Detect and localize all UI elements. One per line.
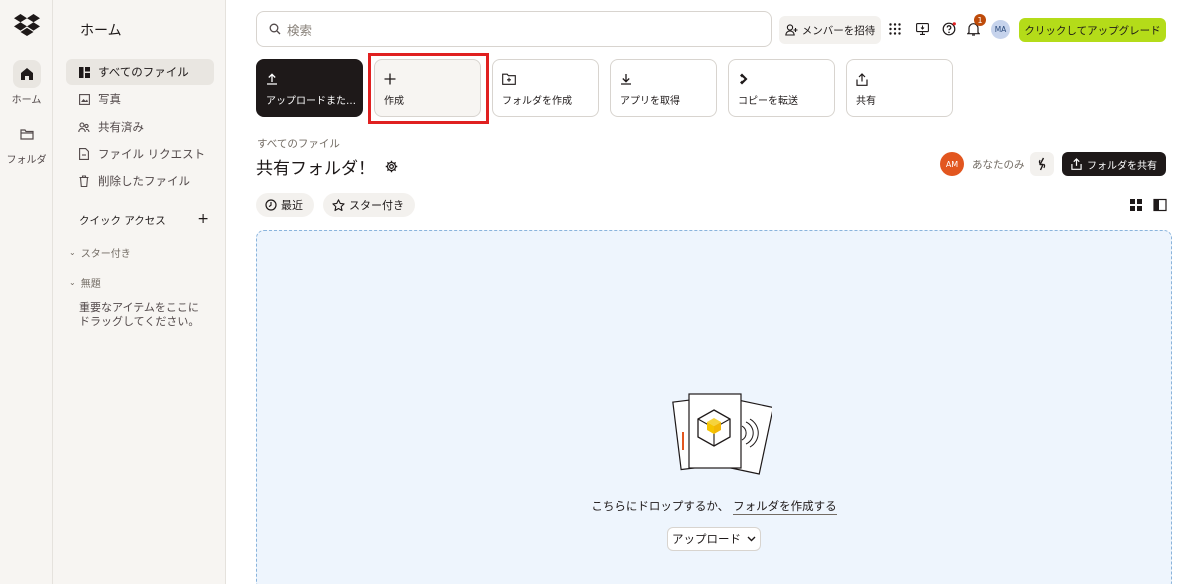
file-request-icon <box>78 148 90 160</box>
rail-item-folders[interactable]: フォルダ <box>0 120 53 166</box>
invite-label: メンバーを招待 <box>801 24 876 37</box>
upgrade-button[interactable]: クリックしてアップグレード <box>1019 18 1166 42</box>
sidebar-item-label: 共有済み <box>98 120 144 134</box>
quick-access-label: クイック アクセス <box>79 215 166 227</box>
sidebar-item-label: 削除したファイル <box>98 174 190 188</box>
sidebar-item-label: すべてのファイル <box>98 65 189 79</box>
sidebar-item-label: ファイル リクエスト <box>98 147 206 161</box>
upload-icon <box>267 73 277 85</box>
chevron-down-icon <box>747 536 756 542</box>
desktop-app-icon[interactable] <box>914 21 930 37</box>
upload-tile[interactable]: アップロードまたはドロップ <box>256 59 363 117</box>
sidebar-item-shared[interactable]: 共有済み <box>66 114 214 140</box>
create-folder-tile[interactable]: フォルダを作成 <box>492 59 599 117</box>
gear-icon[interactable] <box>385 160 398 173</box>
home-icon <box>20 68 33 80</box>
user-avatar[interactable]: MA <box>991 20 1010 39</box>
grid-view-icon[interactable] <box>1129 198 1143 212</box>
transfer-tile[interactable]: コピーを転送 <box>728 59 835 117</box>
tile-label: アップロードまたはドロップ <box>266 96 358 107</box>
dropbox-logo-icon[interactable] <box>14 14 40 36</box>
section-starred[interactable]: ⌄ スター付き <box>69 245 131 260</box>
add-user-icon <box>784 24 798 36</box>
page-title: 共有フォルダ！ <box>256 159 375 179</box>
nav-title: ホーム <box>80 23 122 39</box>
clock-icon <box>265 199 277 211</box>
share-folder-label: フォルダを共有 <box>1087 160 1157 172</box>
invite-members-button[interactable]: メンバーを招待 <box>779 16 881 44</box>
app-grid-icon[interactable] <box>887 21 903 37</box>
recent-filter-chip[interactable]: 最近 <box>256 193 314 217</box>
section-label: スター付き <box>80 249 131 260</box>
share-folder-button[interactable]: フォルダを共有 <box>1062 152 1166 176</box>
download-icon <box>621 74 631 85</box>
page-title-row: 共有フォルダ！ <box>256 154 398 179</box>
search-placeholder: 検索 <box>287 22 313 38</box>
chip-label: 最近 <box>281 199 303 212</box>
sidebar-item-deleted[interactable]: 削除したファイル <box>66 168 214 194</box>
owner-avatar[interactable]: AM <box>940 152 964 176</box>
get-app-tile[interactable]: アプリを取得 <box>610 59 717 117</box>
starred-filter-chip[interactable]: スター付き <box>323 193 415 217</box>
photo-icon <box>78 93 90 105</box>
new-folder-icon <box>502 73 516 85</box>
drop-zone-text: こちらにドロップするか、 フォルダを作成する <box>256 498 1172 515</box>
shared-icon <box>78 121 90 133</box>
side-panel-icon[interactable] <box>1153 198 1167 212</box>
chip-label: スター付き <box>349 199 404 212</box>
search-icon <box>269 23 281 35</box>
notification-badge: 1 <box>974 14 986 26</box>
folder-icon <box>19 129 34 140</box>
star-icon <box>332 198 345 211</box>
sidebar-item-photos[interactable]: 写真 <box>66 86 214 112</box>
chevron-down-icon: ⌄ <box>69 278 76 287</box>
drop-files-illustration-icon <box>672 393 772 475</box>
quick-access-header: クイック アクセス + <box>79 212 209 228</box>
search-input[interactable]: 検索 <box>256 11 772 47</box>
highlight-box <box>368 53 489 124</box>
upload-dropdown-button[interactable]: アップロード <box>667 527 761 551</box>
sidebar-item-label: 写真 <box>98 92 121 106</box>
tile-label: コピーを転送 <box>738 96 798 107</box>
sidebar-item-all-files[interactable]: すべてのファイル <box>66 59 214 85</box>
add-quick-access-plus-icon[interactable]: + <box>197 212 209 228</box>
trash-icon <box>78 175 90 187</box>
chevron-down-icon: ⌄ <box>69 248 76 257</box>
share-icon <box>856 72 868 86</box>
rail-folders-label: フォルダ <box>6 155 47 166</box>
create-folder-link[interactable]: フォルダを作成する <box>733 499 837 515</box>
section-untitled[interactable]: ⌄ 無題 <box>69 275 101 290</box>
copy-link-button[interactable] <box>1030 152 1054 176</box>
link-icon <box>1038 157 1046 171</box>
quick-access-hint: 重要なアイテムをここにドラッグしてください。 <box>79 301 200 329</box>
section-label: 無題 <box>80 279 101 290</box>
rail-item-home[interactable]: ホーム <box>0 60 53 106</box>
tile-label: 共有 <box>856 96 876 107</box>
drop-instruction: こちらにドロップするか、 <box>591 499 730 513</box>
files-icon <box>78 66 90 78</box>
breadcrumb[interactable]: すべてのファイル <box>257 136 340 151</box>
tile-label: フォルダを作成 <box>502 96 572 107</box>
help-icon[interactable] <box>941 21 957 37</box>
rail-home-label: ホーム <box>11 95 42 106</box>
visibility-label: あなたのみ <box>972 159 1025 171</box>
share-icon <box>1071 158 1082 170</box>
transfer-icon <box>740 73 748 85</box>
upload-label: アップロード <box>672 532 741 546</box>
sidebar-item-file-requests[interactable]: ファイル リクエスト <box>66 141 214 167</box>
sidebar-nav: ホーム すべてのファイル 写真 共有済み ファイル リクエスト 削除したファイル… <box>53 0 226 584</box>
app-rail: ホーム フォルダ <box>0 0 53 584</box>
share-tile[interactable]: 共有 <box>846 59 953 117</box>
tile-label: アプリを取得 <box>620 96 680 107</box>
